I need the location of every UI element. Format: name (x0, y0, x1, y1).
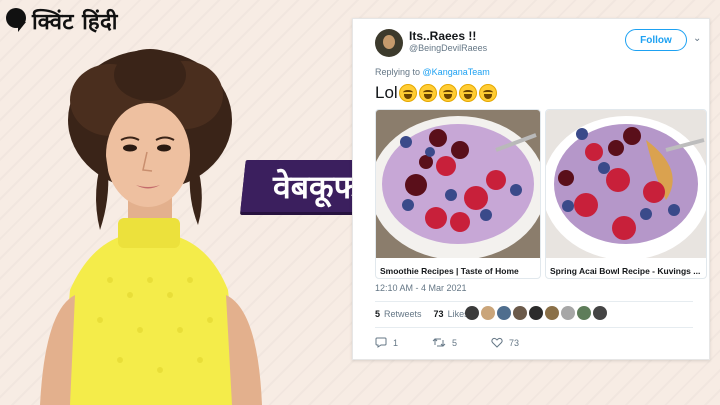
tweet-body: Lol (375, 83, 398, 102)
avatar[interactable] (497, 306, 511, 320)
display-name[interactable]: Its..Raees !! (409, 29, 476, 43)
laughing-emoji-icon (478, 84, 497, 102)
retweet-icon (432, 338, 446, 347)
card-caption[interactable]: Smoothie Recipes | Taste of Home (380, 266, 519, 276)
smoothie-bowl-image (376, 110, 540, 258)
avatar[interactable] (545, 306, 559, 320)
like-count: 73 (509, 337, 520, 348)
retweets-label[interactable]: Retweets (384, 309, 422, 319)
heart-icon (491, 337, 503, 348)
image-card-2[interactable]: Spring Acai Bowl Recipe - Kuvings ... (545, 109, 707, 279)
avatar[interactable] (561, 306, 575, 320)
tweet-actions: 1 5 73 (375, 337, 519, 348)
likes-count[interactable]: 73 (434, 309, 444, 319)
reply-button[interactable]: 1 (375, 337, 398, 348)
follow-button[interactable]: Follow (625, 29, 687, 51)
reply-mention-link[interactable]: @KanganaTeam (423, 67, 490, 77)
reply-line: Replying to @KanganaTeam (375, 67, 490, 77)
retweet-button[interactable]: 5 (432, 337, 457, 348)
badge-text: वेबकूफ (273, 167, 359, 206)
reply-icon (375, 337, 387, 348)
avatar[interactable] (481, 306, 495, 320)
avatar[interactable] (577, 306, 591, 320)
woman-photo (40, 49, 262, 405)
laughing-emoji-row (398, 84, 497, 102)
retweet-count: 5 (452, 337, 458, 348)
brand-logo: क्विंट हिंदी (6, 6, 118, 36)
card-caption[interactable]: Spring Acai Bowl Recipe - Kuvings ... (550, 266, 700, 276)
avatar[interactable] (593, 306, 607, 320)
acai-bowl-image (546, 110, 706, 258)
like-button[interactable]: 73 (491, 337, 519, 348)
avatar[interactable] (529, 306, 543, 320)
divider (375, 327, 693, 328)
liker-avatars (465, 306, 607, 320)
tweet-text: Lol (375, 83, 497, 103)
laughing-emoji-icon (398, 84, 417, 102)
laughing-emoji-icon (438, 84, 457, 102)
chevron-down-icon[interactable]: ⌄ (693, 33, 701, 44)
laughing-emoji-icon (418, 84, 437, 102)
quint-logo-icon (6, 8, 28, 34)
avatar[interactable] (375, 29, 403, 57)
avatar[interactable] (465, 306, 479, 320)
laughing-emoji-icon (458, 84, 477, 102)
divider (375, 301, 693, 302)
reply-prefix: Replying to (375, 67, 421, 77)
reply-count: 1 (393, 337, 399, 348)
avatar[interactable] (513, 306, 527, 320)
retweets-count[interactable]: 5 (375, 309, 380, 319)
tweet-card: Its..Raees !! @BeingDevilRaees Follow ⌄ … (352, 18, 710, 360)
user-handle[interactable]: @BeingDevilRaees (409, 43, 487, 53)
image-card-1[interactable]: Smoothie Recipes | Taste of Home (375, 109, 541, 279)
brand-name: क्विंट हिंदी (32, 10, 118, 35)
tweet-timestamp[interactable]: 12:10 AM - 4 Mar 2021 (375, 283, 467, 293)
engagement-stats: 5 Retweets 73 Likes (375, 309, 469, 319)
